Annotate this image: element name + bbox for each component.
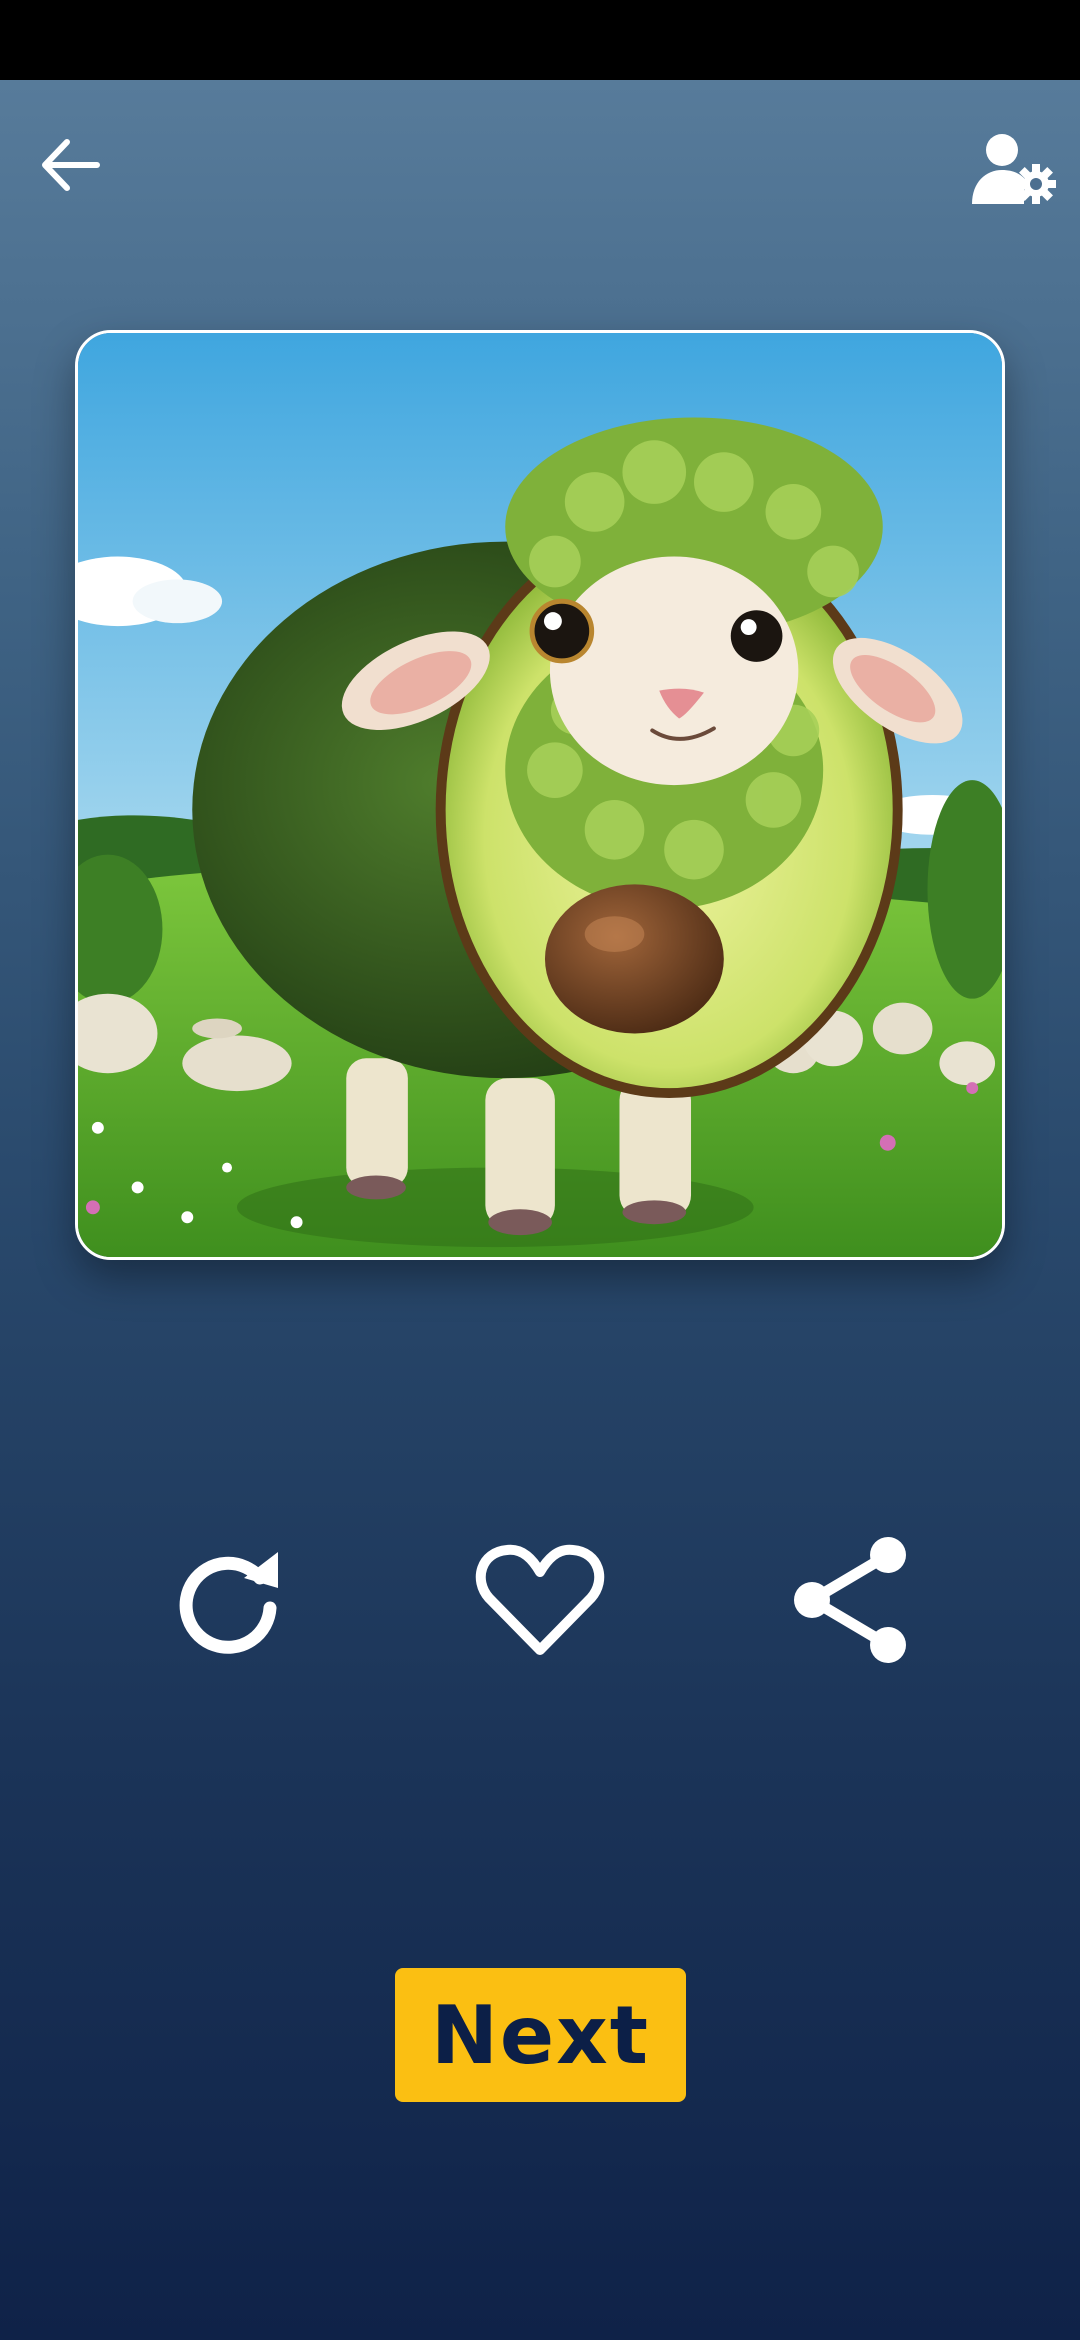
heart-outline-icon [475,1544,605,1655]
avocado-sheep-image [78,333,1002,1257]
back-button[interactable] [20,120,120,210]
next-button[interactable]: Next [395,1968,686,2102]
regenerate-button[interactable] [160,1525,300,1675]
profile-settings-button[interactable] [960,120,1070,220]
share-icon [794,1537,906,1663]
status-bar [0,0,1080,80]
generated-image [75,330,1005,1260]
share-button[interactable] [780,1520,920,1680]
refresh-icon [179,1552,278,1654]
like-button[interactable] [460,1525,620,1675]
user-settings-icon [972,134,1056,204]
arrow-left-icon [42,139,100,191]
